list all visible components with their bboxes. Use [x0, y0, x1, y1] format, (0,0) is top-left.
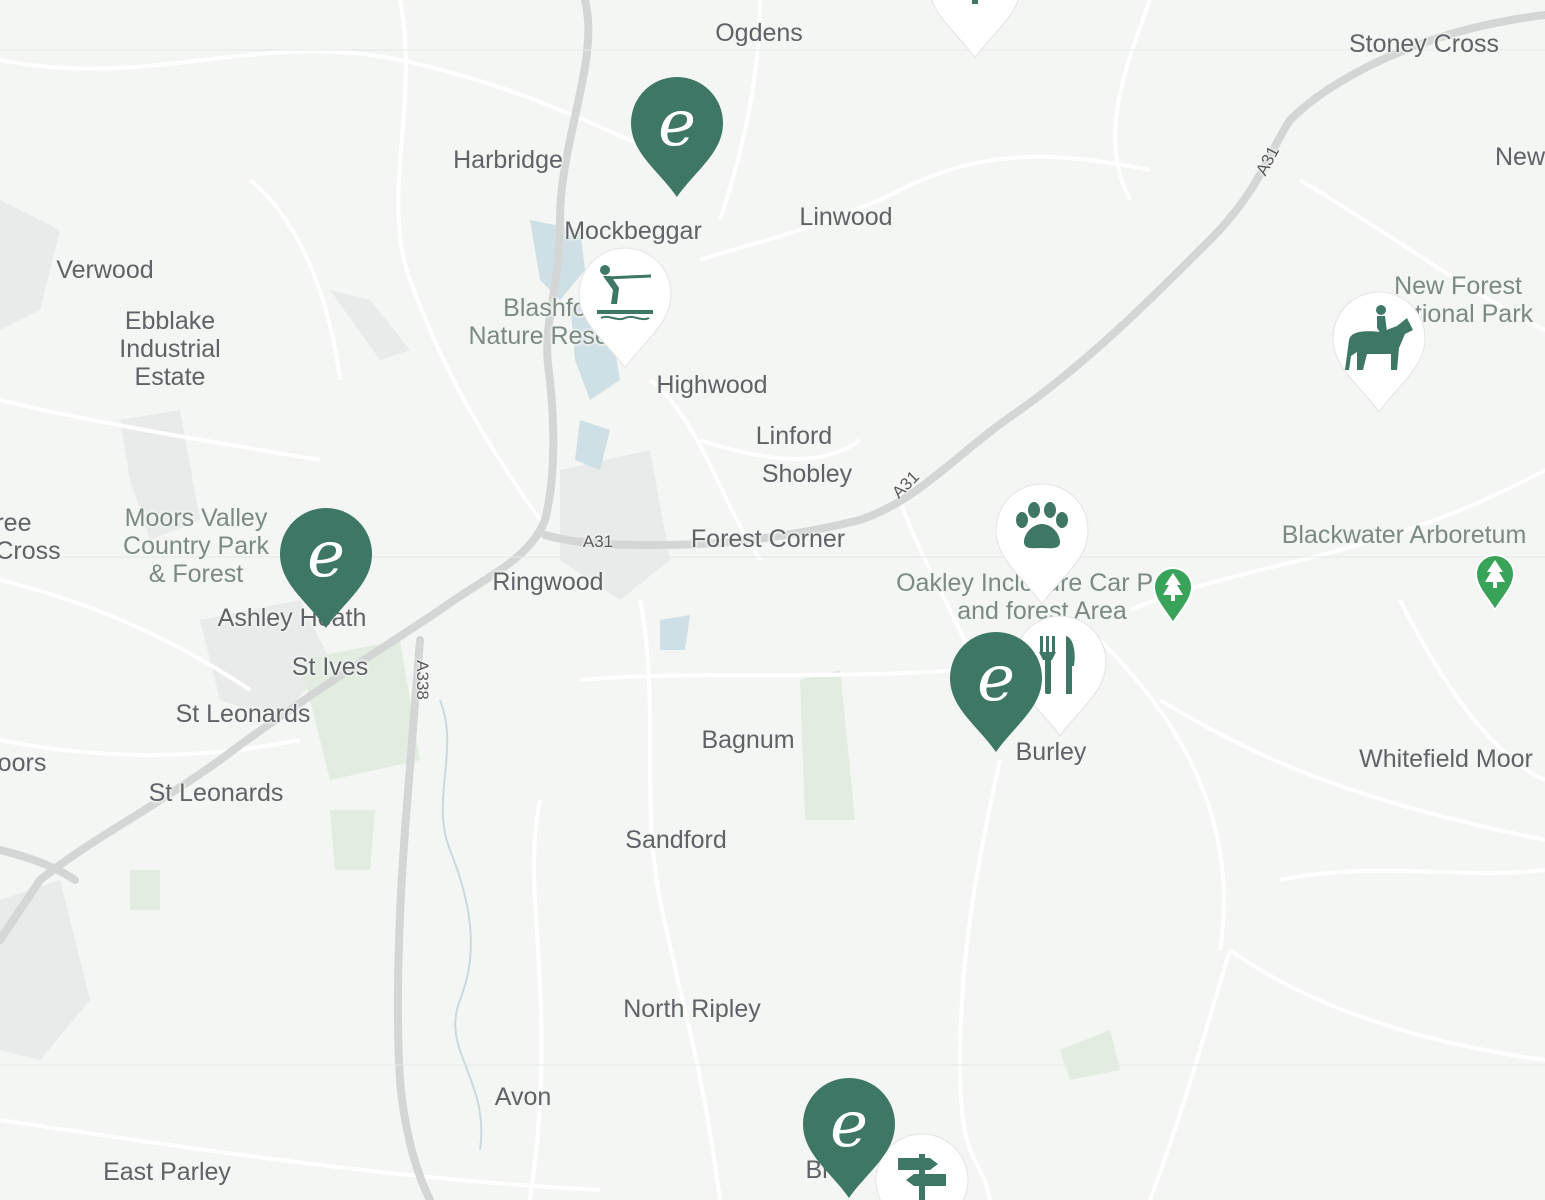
place-label-st-leonards-1: St Leonards	[175, 700, 311, 728]
place-label-sandford: Sandford	[625, 826, 727, 854]
place-label-st-ives: St Ives	[291, 653, 369, 681]
place-label-linford: Linford	[755, 422, 833, 450]
place-label-shobley: Shobley	[761, 460, 853, 488]
place-label-ebblake: Ebblake Industrial Estate	[119, 307, 221, 391]
waterski-icon	[578, 247, 672, 369]
place-label-whitefield-moor: Whitefield Moor	[1359, 745, 1533, 773]
place-label-oors: oors	[0, 749, 47, 777]
place-label-stoney-cross: Stoney Cross	[1348, 30, 1500, 58]
place-label-avon: Avon	[494, 1083, 552, 1111]
park-label-moors-valley: Moors Valley Country Park & Forest	[123, 504, 269, 588]
place-label-linwood: Linwood	[799, 203, 893, 231]
place-label-st-leonards-2: St Leonards	[148, 779, 284, 807]
place-label-north-ripley: North Ripley	[623, 995, 761, 1023]
place-label-forest-corner: Forest Corner	[690, 525, 846, 553]
horse-rider-icon	[1332, 291, 1426, 413]
tree-icon	[1474, 554, 1516, 612]
place-label-highwood: Highwood	[656, 371, 768, 399]
road-label-a31-west: A31	[582, 532, 614, 551]
e-logo-icon: e	[307, 518, 345, 592]
experience-marker-3[interactable]: e	[948, 630, 1044, 754]
signpost-icon	[931, 0, 1019, 59]
place-label-ogdens: Ogdens	[715, 19, 803, 47]
signpost-marker-top[interactable]	[927, 0, 1023, 60]
road-label-a338: A338	[413, 660, 432, 700]
e-logo-icon: e	[977, 642, 1015, 716]
map-base-layer	[0, 0, 1545, 1200]
place-label-new: New	[1494, 143, 1545, 171]
tree-icon	[1152, 567, 1194, 625]
paw-icon	[995, 483, 1089, 605]
place-label-east-parley: East Parley	[103, 1158, 231, 1186]
map-canvas[interactable]: Ogdens Stoney Cross Harbridge New Mockbe…	[0, 0, 1545, 1200]
place-label-verwood: Verwood	[56, 256, 154, 284]
park-marker-blackwater[interactable]	[1474, 552, 1516, 612]
horse-riding-marker[interactable]	[1331, 290, 1427, 414]
park-label-blackwater-arboretum: Blackwater Arboretum	[1281, 521, 1527, 549]
waterski-marker[interactable]	[577, 246, 673, 370]
experience-marker-1[interactable]: e	[629, 75, 725, 199]
experience-marker-4[interactable]: e	[801, 1076, 897, 1200]
place-label-bagnum: Bagnum	[701, 726, 795, 754]
e-logo-icon: e	[830, 1088, 868, 1162]
place-label-ringwood: Ringwood	[492, 568, 604, 596]
place-label-harbridge: Harbridge	[453, 146, 563, 174]
pet-friendly-marker[interactable]	[994, 482, 1090, 606]
experience-marker-2[interactable]: e	[278, 506, 374, 630]
park-marker-oakley[interactable]	[1152, 565, 1194, 625]
place-label-mockbeggar: Mockbeggar	[564, 217, 702, 245]
e-logo-icon: e	[658, 87, 696, 161]
place-label-tree-cross: ree Cross	[0, 509, 61, 565]
